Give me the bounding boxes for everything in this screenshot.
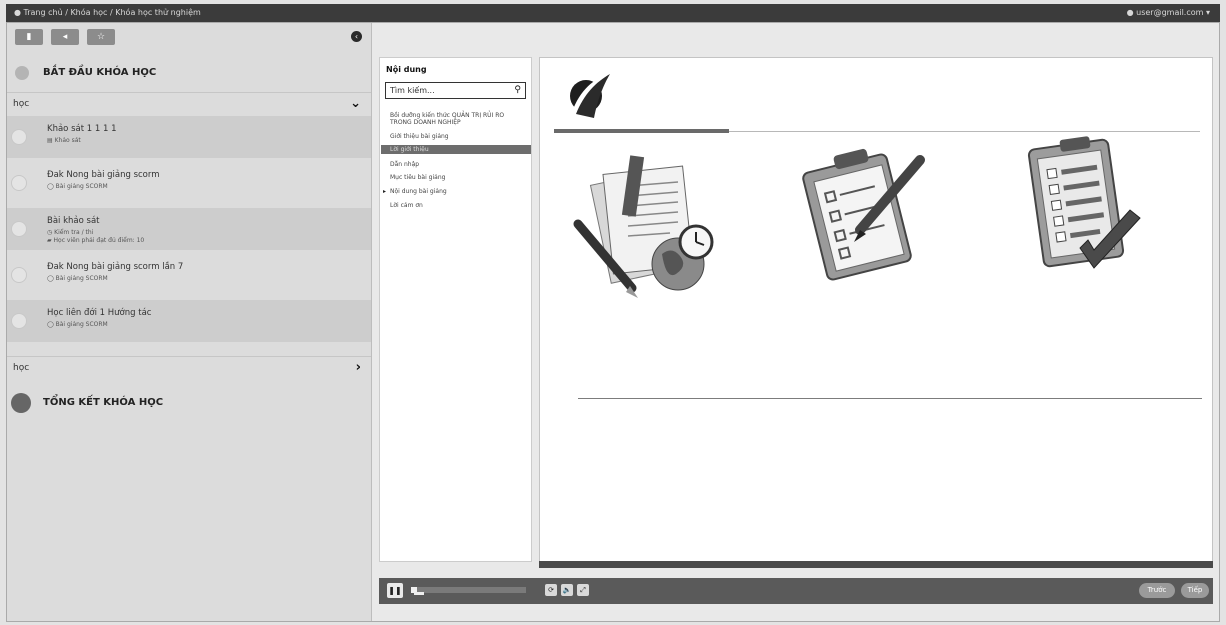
next-button[interactable]: Tiếp [1181,583,1209,598]
search-input[interactable]: Tìm kiếm... ⚲ [385,82,526,99]
section-start[interactable]: BẮT ĐẦU KHÓA HỌC [15,63,365,83]
fullscreen-button[interactable]: ⤢ [577,584,589,596]
chevron-down-icon[interactable]: ⌄ [350,96,361,111]
lesson-item[interactable]: Khảo sát 1 1 1 1 ▤ Khảo sát [7,116,371,158]
toc-item-selected[interactable]: Lời giới thiệu [381,145,531,154]
slide-progress-bar [539,561,1213,568]
toc-item-expandable[interactable]: ▸ Nội dung bài giảng [383,188,526,195]
checklist-checkmark-icon [1027,136,1141,269]
lesson-status-icon [11,313,27,329]
player-area: Nội dung Tìm kiếm... ⚲ Bồi dưỡng kiến th… [372,23,1219,621]
section-end[interactable]: TỔNG KẾT KHÓA HỌC [11,393,365,413]
toc-item[interactable]: Lời cảm ơn [390,202,526,209]
slide-canvas [539,57,1213,576]
volume-button[interactable]: 🔈 [561,584,573,596]
player-controls: ❚❚ ⟳ 🔈 ⤢ Trước Tiếp [372,568,1219,621]
documents-pen-globe-icon [573,155,714,298]
section-marker-icon [15,66,29,80]
toc-heading: Nội dung [386,65,427,74]
section-title: TỔNG KẾT KHÓA HỌC [43,397,164,408]
lesson-status-icon [11,267,27,283]
tab-back-icon[interactable]: ◂ [51,29,79,45]
group-label: học [13,363,30,373]
lesson-title: Đak Nong bài giảng scorm lần 7 [47,262,184,272]
search-placeholder: Tìm kiếm... [390,86,435,95]
group-header[interactable]: học › [7,356,371,379]
pause-button[interactable]: ❚❚ [387,583,403,598]
seek-handle[interactable] [414,592,424,595]
lesson-title: Bài khảo sát [47,216,100,226]
seek-slider[interactable] [411,587,526,595]
lesson-item[interactable]: Học liên đới 1 Hướng tác ◯ Bài giảng SCO… [7,300,371,342]
content-rule [578,398,1202,399]
lesson-item[interactable]: Bài khảo sát ◷ Kiểm tra / thi ▰ Học viên… [7,208,371,250]
clipboard-checklist-pen-icon [802,148,925,281]
control-bar: ❚❚ ⟳ 🔈 ⤢ Trước Tiếp [379,578,1213,604]
lesson-type: ◷ Kiểm tra / thi [47,229,94,236]
lesson-type: ◯ Bài giảng SCORM [47,183,108,190]
toc-item-label: Nội dung bài giảng [390,188,447,195]
lesson-status-icon [11,221,27,237]
course-frame: ▮ ◂ ☆ ‹ BẮT ĐẦU KHÓA HỌC học ⌄ Khảo sát … [6,22,1220,622]
lesson-type: ▤ Khảo sát [47,137,81,144]
top-bar: ● Trang chủ / Khóa học / Khóa học thử ng… [6,4,1220,22]
lesson-title: Đak Nong bài giảng scorm [47,170,160,180]
toc-item[interactable]: Bồi dưỡng kiến thức QUẢN TRỊ RỦI RO TRON… [390,112,526,126]
prev-button[interactable]: Trước [1139,583,1175,598]
lesson-type: ◯ Bài giảng SCORM [47,275,108,282]
lesson-status-icon [11,129,27,145]
group-header[interactable]: học ⌄ [7,92,371,115]
toc-item[interactable]: Mục tiêu bài giảng [390,174,526,181]
lesson-title: Học liên đới 1 Hướng tác [47,308,152,318]
lesson-requirement: ▰ Học viên phải đạt đủ điểm: 10 [47,237,145,244]
group-label: học [13,99,30,109]
toc-item[interactable]: Giới thiệu bài giảng [390,133,526,140]
lesson-status-icon [11,175,27,191]
section-title: BẮT ĐẦU KHÓA HỌC [43,67,157,78]
lesson-type: ◯ Bài giảng SCORM [47,321,108,328]
caret-right-icon: ▸ [383,188,387,195]
tab-favorite-icon[interactable]: ☆ [87,29,115,45]
user-menu[interactable]: ● user@gmail.com ▾ [1127,8,1210,17]
chevron-right-icon[interactable]: › [356,360,361,375]
lesson-item[interactable]: Đak Nong bài giảng scorm lần 7 ◯ Bài giả… [7,254,371,296]
table-of-contents: Nội dung Tìm kiếm... ⚲ Bồi dưỡng kiến th… [379,57,532,562]
course-sidebar: ▮ ◂ ☆ ‹ BẮT ĐẦU KHÓA HỌC học ⌄ Khảo sát … [7,23,372,621]
header-accent-rule [554,129,729,133]
tab-content-icon[interactable]: ▮ [15,29,43,45]
brand-logo-icon [570,74,610,118]
lesson-title: Khảo sát 1 1 1 1 [47,124,117,134]
breadcrumb[interactable]: ● Trang chủ / Khóa học / Khóa học thử ng… [14,8,201,17]
search-icon[interactable]: ⚲ [514,85,521,95]
collapse-sidebar-icon[interactable]: ‹ [351,31,362,42]
toc-item[interactable]: Dẫn nhập [390,161,526,168]
lesson-item[interactable]: Đak Nong bài giảng scorm ◯ Bài giảng SCO… [7,162,371,204]
replay-button[interactable]: ⟳ [545,584,557,596]
section-marker-icon [11,393,31,413]
